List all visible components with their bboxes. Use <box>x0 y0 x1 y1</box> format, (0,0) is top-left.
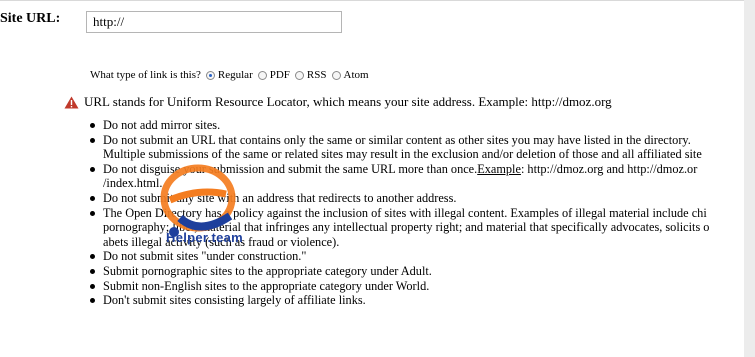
rule-text: Do not disguise your submission and subm… <box>103 161 478 176</box>
link-type-question: What type of link is this? <box>90 69 201 81</box>
url-info: URL stands for Uniform Resource Locator,… <box>64 94 612 110</box>
radio-button[interactable] <box>205 70 215 80</box>
list-item: Do not submit sites "under construction.… <box>87 249 709 264</box>
list-item: Do not submit an URL that contains only … <box>87 133 709 162</box>
rule-text: Don't submit sites consisting largely of… <box>103 293 366 308</box>
page-edge <box>744 0 755 357</box>
link-type-row: What type of link is this? Regular PDF R… <box>90 69 374 81</box>
rule-text: Do not submit sites "under construction.… <box>103 249 307 264</box>
url-info-text: URL stands for Uniform Resource Locator,… <box>84 94 612 109</box>
radio-button[interactable] <box>294 70 304 80</box>
rule-text: Multiple submissions of the same or rela… <box>103 147 702 162</box>
radio-label: Atom <box>343 69 369 81</box>
example-link[interactable]: Example <box>477 162 521 176</box>
radio-regular[interactable]: Regular <box>205 69 253 81</box>
submission-rules-list: Do not add mirror sites. Do not submit a… <box>87 118 709 308</box>
list-item: Do not disguise your submission and subm… <box>87 162 709 191</box>
rule-text: Do not add mirror sites. <box>103 118 221 132</box>
radio-rss[interactable]: RSS <box>294 69 327 81</box>
warning-icon <box>64 96 79 109</box>
rule-text: : http://dmoz.org and http://dmoz.or <box>520 161 698 176</box>
list-item: Submit non-English sites to the appropri… <box>87 279 709 294</box>
rule-text: Do not submit any site with an address t… <box>103 190 457 205</box>
top-divider <box>0 0 755 1</box>
rule-text: Do not submit an URL that contains only … <box>103 132 691 147</box>
rule-text: /index.html. <box>103 176 163 191</box>
list-item: Do not submit any site with an address t… <box>87 191 709 206</box>
radio-label: Regular <box>217 69 253 81</box>
radio-label: PDF <box>269 69 290 81</box>
watermark-text: Helper.team <box>166 230 244 245</box>
list-item: Don't submit sites consisting largely of… <box>87 293 709 308</box>
radio-button[interactable] <box>257 70 267 80</box>
site-url-input[interactable] <box>86 11 342 33</box>
rule-text: Submit non-English sites to the appropri… <box>103 278 430 293</box>
list-item: Submit pornographic sites to the appropr… <box>87 264 709 279</box>
rule-text: The Open Directory has a policy against … <box>103 205 707 220</box>
site-url-label: Site URL: <box>0 11 61 26</box>
radio-atom[interactable]: Atom <box>331 69 369 81</box>
radio-pdf[interactable]: PDF <box>257 69 290 81</box>
list-item: Do not add mirror sites. <box>87 118 709 133</box>
radio-label: RSS <box>306 69 327 81</box>
rule-text: Submit pornographic sites to the appropr… <box>103 263 432 278</box>
radio-button[interactable] <box>331 70 341 80</box>
